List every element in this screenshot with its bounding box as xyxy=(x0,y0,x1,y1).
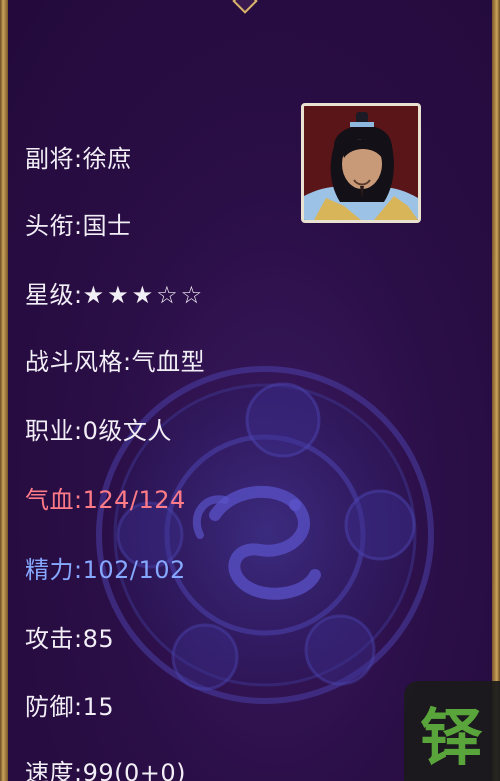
frame-top-ornament xyxy=(232,0,258,14)
general-portrait[interactable] xyxy=(301,103,421,223)
hp-value: 124/124 xyxy=(82,486,186,514)
general-portrait-icon xyxy=(304,106,418,220)
mp-label: 精力: xyxy=(25,556,83,584)
mp-stat: 精力:102/102 xyxy=(25,555,186,585)
star-level: 星级:★★★☆☆ xyxy=(25,280,205,310)
frame-right-border xyxy=(492,0,500,781)
watermark-logo: 铎 xyxy=(419,701,482,774)
hp-stat: 气血:124/124 xyxy=(25,485,186,515)
profession: 职业:0级文人 xyxy=(25,417,172,445)
star-rating-icons: ★★★☆☆ xyxy=(82,281,206,309)
star-level-label: 星级: xyxy=(25,281,83,309)
deputy-general-name: 副将:徐庶 xyxy=(25,145,132,173)
general-info-panel: 副将:徐庶 头衔:国士 星级:★★★☆☆ 战斗风格:气血型 职业:0级文人 气血… xyxy=(0,0,500,781)
speed-stat: 速度:99(0+0) xyxy=(25,759,186,781)
mp-value: 102/102 xyxy=(82,556,186,584)
battle-style: 战斗风格:气血型 xyxy=(25,348,206,376)
watermark-badge: 铎 xyxy=(404,681,500,781)
frame-left-border xyxy=(0,0,8,781)
hp-label: 气血: xyxy=(25,486,83,514)
general-title: 头衔:国士 xyxy=(25,212,132,240)
defense-stat: 防御:15 xyxy=(25,693,115,721)
attack-stat: 攻击:85 xyxy=(25,625,115,653)
